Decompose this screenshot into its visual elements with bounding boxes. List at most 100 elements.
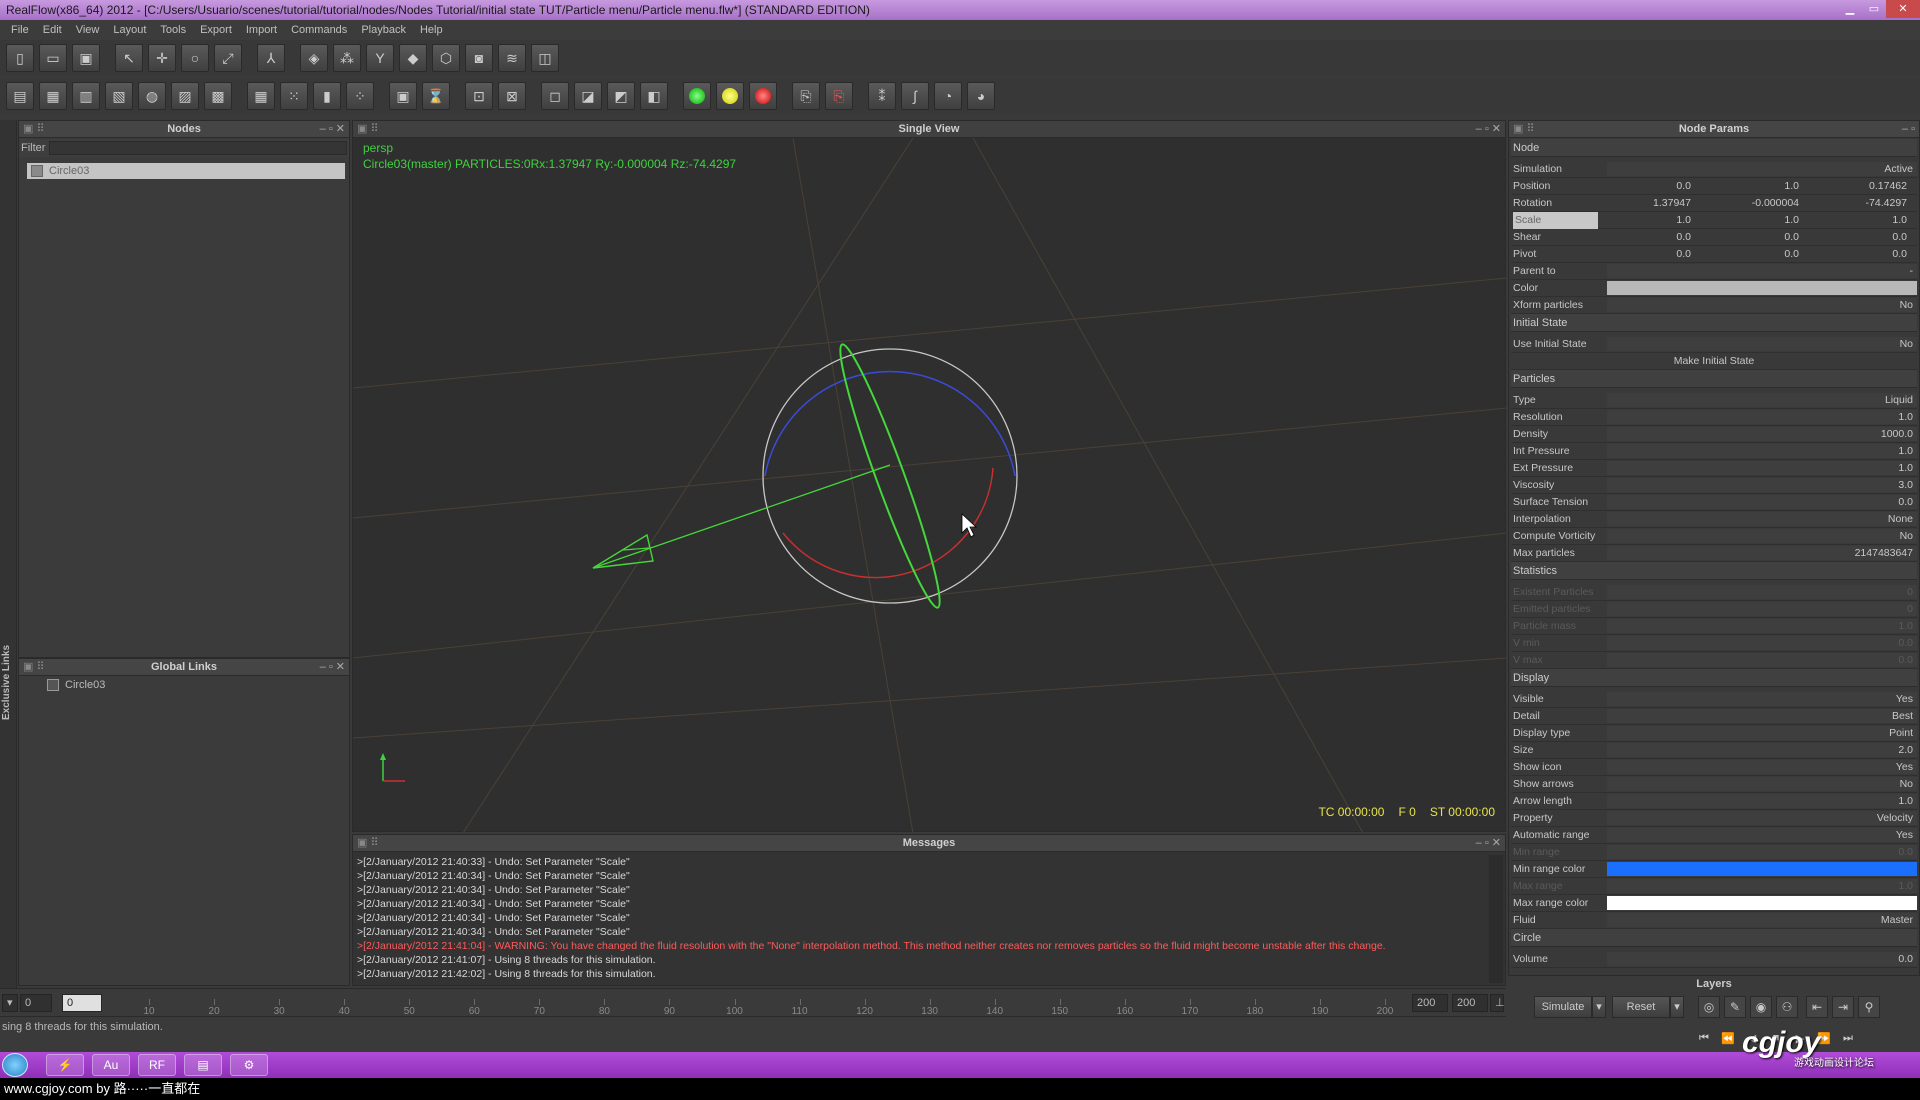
circle-object[interactable] xyxy=(592,340,1018,613)
start-orb-icon[interactable] xyxy=(2,1053,28,1077)
dots-icon[interactable]: ⁘ xyxy=(346,82,374,110)
taskbar-realflow-icon[interactable]: RF xyxy=(138,1054,176,1076)
panel-window-icons[interactable]: – ▫ xyxy=(1902,121,1915,138)
layout-1-icon[interactable]: ▤ xyxy=(6,82,34,110)
param-vector-x[interactable]: 0.0 xyxy=(1591,178,1691,195)
graph-icon[interactable]: ▮ xyxy=(313,82,341,110)
param-vector-z[interactable]: 0.0 xyxy=(1807,229,1907,246)
section-display[interactable]: Display xyxy=(1511,669,1917,687)
new-scene-icon[interactable]: ▯ xyxy=(6,44,34,72)
param-property[interactable]: Property Velocity xyxy=(1511,810,1917,827)
param-compute-vorticity[interactable]: Compute Vorticity No xyxy=(1511,528,1917,545)
taskbar-app-2-icon[interactable]: Au xyxy=(92,1054,130,1076)
layout-5-icon[interactable]: ◍ xyxy=(138,82,166,110)
section-initial-state[interactable]: Initial State xyxy=(1511,314,1917,332)
timeline-menu-icon[interactable]: ▾ xyxy=(2,994,18,1012)
param-interpolation[interactable]: Interpolation None xyxy=(1511,511,1917,528)
global-link-item[interactable]: Circle03 xyxy=(45,677,105,693)
param-field[interactable] xyxy=(1607,952,1917,966)
section-node[interactable]: Node xyxy=(1511,139,1917,157)
panel-pin-icon[interactable]: ▣ ⠿ xyxy=(1513,121,1535,138)
param-field[interactable] xyxy=(1607,619,1917,633)
render-icon[interactable]: ◕ xyxy=(967,82,995,110)
hourglass-icon[interactable]: ⌛ xyxy=(422,82,450,110)
param-show-arrows[interactable]: Show arrows No xyxy=(1511,776,1917,793)
pause-yellow-icon[interactable] xyxy=(716,82,744,110)
menu-item-edit[interactable]: Edit xyxy=(36,24,69,36)
param-max-range-color[interactable]: Max range color xyxy=(1511,895,1917,912)
menu-item-help[interactable]: Help xyxy=(413,24,450,36)
grid-icon[interactable]: ▦ xyxy=(247,82,275,110)
panel-window-icons[interactable]: – ▫ ✕ xyxy=(1476,835,1501,852)
add-emitter-icon[interactable]: ◈ xyxy=(300,44,328,72)
timeline-end-field-a[interactable]: 200 xyxy=(1412,994,1448,1012)
open-scene-icon[interactable]: ▭ xyxy=(39,44,67,72)
param-vector-z[interactable]: 0.17462 xyxy=(1807,178,1907,195)
param-visible[interactable]: Visible Yes xyxy=(1511,691,1917,708)
add-daemon-force-icon[interactable]: Y xyxy=(366,44,394,72)
make-initial-state-button[interactable]: Make Initial State xyxy=(1511,353,1917,370)
reset-dropdown-icon[interactable]: ▾ xyxy=(1670,996,1684,1018)
param-max-particles[interactable]: Max particles 2147483647 xyxy=(1511,545,1917,562)
param-field[interactable] xyxy=(1607,162,1917,176)
param-field[interactable] xyxy=(1607,777,1917,791)
param-show-icon[interactable]: Show icon Yes xyxy=(1511,759,1917,776)
param-field[interactable] xyxy=(1607,845,1917,859)
add-object-icon[interactable]: ◆ xyxy=(399,44,427,72)
add-mesh-icon[interactable]: ⬡ xyxy=(432,44,460,72)
param-field[interactable] xyxy=(1607,636,1917,650)
param-scale[interactable]: Scale 1.0 1.0 1.0 xyxy=(1511,212,1917,229)
param-field[interactable] xyxy=(1607,653,1917,667)
timeline-key-icon[interactable]: ⊥ xyxy=(1490,994,1505,1012)
param-vector-y[interactable]: 1.0 xyxy=(1699,212,1799,229)
curve-icon[interactable]: ∫ xyxy=(901,82,929,110)
step-back-icon[interactable]: ⇤ xyxy=(1806,996,1828,1018)
particles-display-icon[interactable]: ⁙ xyxy=(280,82,308,110)
param-field[interactable] xyxy=(1607,760,1917,774)
scale-tool-icon[interactable]: ⤢ xyxy=(214,44,242,72)
layout-6-icon[interactable]: ▨ xyxy=(171,82,199,110)
panel-window-icons[interactable]: – ▫ ✕ xyxy=(320,121,345,138)
param-field[interactable] xyxy=(1607,811,1917,825)
param-field[interactable] xyxy=(1607,828,1917,842)
param-vector-y[interactable]: 0.0 xyxy=(1699,229,1799,246)
node-item-circle03[interactable]: Circle03 xyxy=(27,163,345,179)
param-field[interactable] xyxy=(1607,585,1917,599)
section-particles[interactable]: Particles xyxy=(1511,370,1917,388)
param-simulation[interactable]: Simulation Active xyxy=(1511,161,1917,178)
gauge-icon[interactable]: ◔ xyxy=(934,82,962,110)
edit-icon[interactable]: ✎ xyxy=(1724,996,1746,1018)
add-wave-icon[interactable]: ≋ xyxy=(498,44,526,72)
layout-2-icon[interactable]: ▦ xyxy=(39,82,67,110)
param-viscosity[interactable]: Viscosity 3.0 xyxy=(1511,477,1917,494)
rotate-tool-icon[interactable]: ○ xyxy=(181,44,209,72)
prev-frame-icon[interactable]: ⏪ xyxy=(1718,1032,1738,1048)
param-xform-particles[interactable]: Xform particles No xyxy=(1511,297,1917,314)
panel-pin-icon[interactable]: ▣ ⠿ xyxy=(23,659,45,676)
add-daemon-icon[interactable]: ⁂ xyxy=(333,44,361,72)
param-automatic-range[interactable]: Automatic range Yes xyxy=(1511,827,1917,844)
param-field[interactable] xyxy=(1607,512,1917,526)
save-scene-icon[interactable]: ▣ xyxy=(72,44,100,72)
color-swatch[interactable] xyxy=(1607,281,1917,295)
reset-button[interactable]: Reset xyxy=(1612,996,1670,1018)
param-field[interactable] xyxy=(1607,794,1917,808)
param-detail[interactable]: Detail Best xyxy=(1511,708,1917,725)
simulate-green-icon[interactable] xyxy=(683,82,711,110)
param-field[interactable] xyxy=(1607,337,1917,351)
param-field[interactable] xyxy=(1607,726,1917,740)
param-field[interactable] xyxy=(1607,478,1917,492)
param-ext-pressure[interactable]: Ext Pressure 1.0 xyxy=(1511,460,1917,477)
export-icon[interactable]: ⎘ xyxy=(792,82,820,110)
panel-window-icons[interactable]: – ▫ ✕ xyxy=(1476,121,1501,138)
shading-flat-icon[interactable]: ◪ xyxy=(574,82,602,110)
timeline-current-field[interactable]: 0 xyxy=(62,994,102,1012)
param-field[interactable] xyxy=(1607,264,1917,278)
pin-icon[interactable]: ⚲ xyxy=(1858,996,1880,1018)
timeline-start-field[interactable]: 0 xyxy=(20,994,52,1012)
menu-item-layout[interactable]: Layout xyxy=(106,24,153,36)
param-field[interactable] xyxy=(1607,410,1917,424)
menu-item-import[interactable]: Import xyxy=(239,24,284,36)
param-v-max[interactable]: V max 0.0 xyxy=(1511,652,1917,669)
param-fluid[interactable]: Fluid Master xyxy=(1511,912,1917,929)
